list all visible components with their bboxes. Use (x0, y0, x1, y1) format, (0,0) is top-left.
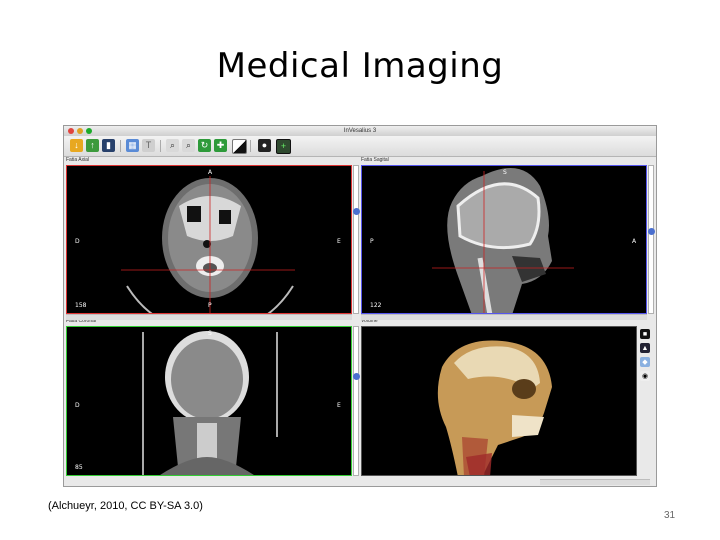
orientation-right: E (337, 238, 341, 245)
coronal-scroll-knob[interactable] (353, 373, 360, 380)
axial-view[interactable]: A D E P 158 (66, 165, 352, 314)
slice-number: 85 (75, 464, 83, 471)
slide-title: Medical Imaging (216, 46, 504, 86)
sagittal-view[interactable]: S P A 122 (361, 165, 647, 314)
pan-icon[interactable]: ✚ (214, 139, 227, 152)
axial-hscroll[interactable] (66, 314, 352, 320)
coronal-slice-image (142, 331, 278, 475)
toolbar-separator (120, 140, 121, 152)
zoom-region-icon[interactable]: ⌕ (182, 139, 195, 152)
orientation-left: D (75, 238, 80, 245)
sagittal-scroll-knob[interactable] (648, 228, 655, 235)
orientation-right: A (632, 238, 637, 245)
axial-pane-label: Fatia Axial (66, 157, 90, 163)
sagittal-scrollbar[interactable] (648, 165, 655, 314)
axial-scroll-knob[interactable] (353, 208, 360, 215)
orientation-top: A (208, 169, 213, 176)
contrast-icon[interactable] (232, 139, 247, 154)
orientation-left: P (370, 238, 374, 245)
slice-number: 158 (75, 302, 87, 309)
export-icon[interactable]: ↑ (86, 139, 99, 152)
rotate-icon[interactable]: ↻ (198, 139, 211, 152)
orientation-top: S (208, 330, 212, 337)
orientation-right: E (337, 402, 341, 409)
text-icon[interactable]: T (142, 139, 155, 152)
toolbar: ↓ ↑ ▮ ▦ T ⌕ ⌕ ↻ ✚ ● + (64, 136, 656, 157)
page-number: 31 (664, 510, 676, 521)
orientation-left: D (75, 402, 80, 409)
volume-3d-render (437, 340, 552, 475)
background-color-icon[interactable]: ■ (640, 329, 650, 339)
camera-icon[interactable]: ◉ (640, 371, 650, 381)
screenshot-icon[interactable]: ● (258, 139, 271, 152)
volume-view[interactable] (361, 326, 637, 476)
raycasting-icon[interactable]: ▲ (640, 343, 650, 353)
window-title: InVesalius 3 (343, 128, 377, 134)
zoom-in-icon[interactable]: ⌕ (166, 139, 179, 152)
slice-number: 122 (370, 302, 382, 309)
orientation-bottom: P (208, 302, 212, 309)
invesalius-window: InVesalius 3 ↓ ↑ ▮ ▦ T ⌕ ⌕ ↻ ✚ ● + Fatia… (63, 125, 657, 487)
import-icon[interactable]: ↓ (70, 139, 83, 152)
axial-scrollbar[interactable] (353, 165, 360, 314)
coronal-scrollbar[interactable] (353, 326, 360, 476)
sagittal-hscroll[interactable] (361, 314, 647, 320)
view-cube-icon[interactable]: ◆ (640, 357, 650, 367)
crosshair-icon[interactable]: + (276, 139, 291, 154)
toolbar-separator (250, 140, 251, 152)
toolbar-separator (160, 140, 161, 152)
status-bar (540, 479, 650, 485)
bookmark-icon[interactable]: ▮ (102, 139, 115, 152)
layout-icon[interactable]: ▦ (126, 139, 139, 152)
coronal-view[interactable]: S D E 85 (66, 326, 352, 476)
axial-slice-image (121, 176, 295, 313)
image-credit: (Alchueyr, 2010, CC BY-SA 3.0) (48, 500, 203, 512)
sagittal-pane-label: Fatia Sagital (361, 157, 389, 163)
sagittal-slice-image (432, 168, 574, 313)
orientation-top: S (503, 169, 507, 176)
